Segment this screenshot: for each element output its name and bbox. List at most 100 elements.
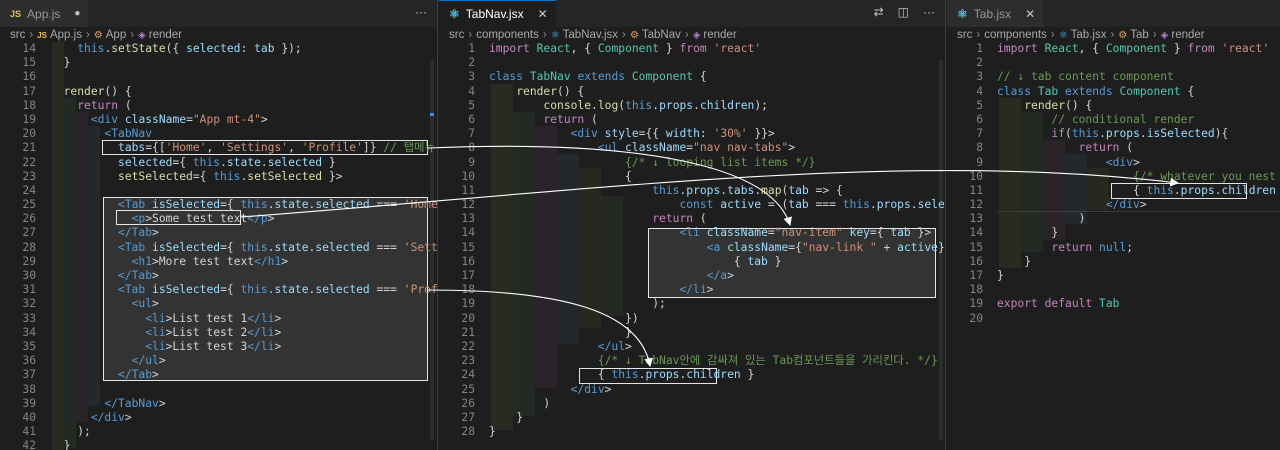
breadcrumb-item[interactable]: render [1171,29,1204,41]
code-line[interactable]: 30 </Tab> [0,269,437,283]
code-line[interactable]: 2 [439,56,945,70]
close-icon[interactable]: ✕ [1025,7,1035,21]
breadcrumb-item[interactable]: render [149,29,182,41]
code-line[interactable]: 38 [0,383,437,397]
code-line[interactable]: 15 } [0,56,437,70]
code-area[interactable]: 1 import React, { Component } from 'react… [947,42,1280,326]
code-line[interactable]: 13 ) [947,212,1280,226]
close-icon[interactable]: ✕ [538,7,548,21]
code-line[interactable]: 4 class Tab extends Component { [947,85,1280,99]
code-line[interactable]: 39 </TabNav> [0,397,437,411]
code-line[interactable]: 21 tabs={['Home', 'Settings', 'Profile']… [0,141,437,155]
breadcrumb-item[interactable]: App.js [50,29,82,41]
code-line[interactable]: 28 <Tab isSelected={ this.state.selected… [0,241,437,255]
code-line[interactable]: 3 // ↓ tab content component [947,70,1280,84]
code-line[interactable]: 41 ); [0,425,437,439]
code-line[interactable]: 4 render() { [439,85,945,99]
code-area[interactable]: 14 this.setState({ selected: tab }); 15 }… [0,42,437,450]
code-line[interactable]: 33 <li>List test 1</li> [0,312,437,326]
code-line[interactable]: 24 { this.props.children } [439,368,945,382]
editor-pane-app-js[interactable]: JS App.js ● ··· src › JS App.js › ⚙ App … [0,0,438,450]
code-line[interactable]: 23 setSelected={ this.setSelected }> [0,170,437,184]
breadcrumb-item[interactable]: components [476,29,539,41]
code-line[interactable]: 27 } [439,411,945,425]
code-line[interactable]: 25 <Tab isSelected={ this.state.selected… [0,198,437,212]
code-line[interactable]: 18 return ( [0,99,437,113]
code-line[interactable]: 17 </a> [439,269,945,283]
code-line[interactable]: 15 return null; [947,241,1280,255]
code-line[interactable]: 1 import React, { Component } from 'react… [439,42,945,56]
code-line[interactable]: 20 [947,312,1280,326]
code-line[interactable]: 18 </li> [439,283,945,297]
code-line[interactable]: 15 <a className={"nav-link " + active} o… [439,241,945,255]
tab-tabnav-jsx[interactable]: ⚛ TabNav.jsx ✕ [439,0,557,27]
code-line[interactable]: 37 </Tab> [0,368,437,382]
code-line[interactable]: 12 const active = (tab === this.props.se… [439,198,945,212]
code-line[interactable]: 32 <ul> [0,297,437,311]
code-line[interactable]: 20 <TabNav [0,127,437,141]
code-line[interactable]: 12 </div> [947,198,1280,212]
code-line[interactable]: 6 return ( [439,113,945,127]
code-line[interactable]: 19 ); [439,297,945,311]
breadcrumb-item[interactable]: TabNav [642,29,681,41]
code-line[interactable]: 6 // conditional render [947,113,1280,127]
code-line[interactable]: 13 return ( [439,212,945,226]
code-line[interactable]: 27 </Tab> [0,226,437,240]
code-line[interactable]: 22 selected={ this.state.selected } [0,156,437,170]
code-line[interactable]: 31 <Tab isSelected={ this.state.selected… [0,283,437,297]
code-line[interactable]: 14 <li className="nav-item" key={ tab }> [439,226,945,240]
editor-pane-tab-jsx[interactable]: ⚛ Tab.jsx ✕ src › components › ⚛ Tab.jsx… [947,0,1280,450]
code-line[interactable]: 34 <li>List test 2</li> [0,326,437,340]
editor-pane-tabnav-jsx[interactable]: ⚛ TabNav.jsx ✕ ⇄ ◫ ··· src › components … [439,0,946,450]
code-area[interactable]: 1 import React, { Component } from 'react… [439,42,945,439]
code-line[interactable]: 7 <div style={{ width: '30%' }}> [439,127,945,141]
code-line[interactable]: 19 export default Tab [947,297,1280,311]
code-line[interactable]: 8 return ( [947,141,1280,155]
code-line[interactable]: 36 </ul> [0,354,437,368]
code-line[interactable]: 26 ) [439,397,945,411]
code-line[interactable]: 22 </ul> [439,340,945,354]
compare-changes-icon[interactable]: ⇄ [874,5,884,19]
breadcrumb-item[interactable]: render [703,29,736,41]
breadcrumb-item[interactable]: src [10,29,25,41]
code-line[interactable]: 10 {/* whatever you nest inside o [947,170,1280,184]
code-line[interactable]: 42 } [0,439,437,450]
breadcrumb-item[interactable]: App [106,29,126,41]
code-line[interactable]: 25 </div> [439,383,945,397]
split-editor-icon[interactable]: ◫ [898,5,909,19]
code-line[interactable]: 10 { [439,170,945,184]
more-actions-icon[interactable]: ··· [923,5,935,19]
code-line[interactable]: 35 <li>List test 3</li> [0,340,437,354]
code-line[interactable]: 1 import React, { Component } from 'react… [947,42,1280,56]
unsaved-dot-icon[interactable]: ● [74,8,80,19]
code-line[interactable]: 3 class TabNav extends Component { [439,70,945,84]
breadcrumb-item[interactable]: components [984,29,1047,41]
code-line[interactable]: 9 {/* ↓ looping list items */} [439,156,945,170]
code-line[interactable]: 7 if(this.props.isSelected){ [947,127,1280,141]
code-line[interactable]: 14 this.setState({ selected: tab }); [0,42,437,56]
code-line[interactable]: 16 [0,70,437,84]
breadcrumb-item[interactable]: Tab [1130,29,1149,41]
code-line[interactable]: 23 {/* ↓ TabNav안에 감싸져 있는 Tab컴포넌트들을 가리킨다.… [439,354,945,368]
code-line[interactable]: 14 } [947,226,1280,240]
code-line[interactable]: 5 console.log(this.props.children); [439,99,945,113]
code-line[interactable]: 40 </div> [0,411,437,425]
code-line[interactable]: 2 [947,56,1280,70]
code-line[interactable]: 28} [439,425,945,439]
code-line[interactable]: 26 <p>Some test text</p> [0,212,437,226]
tab-tab-jsx[interactable]: ⚛ Tab.jsx ✕ [947,0,1045,27]
code-line[interactable]: 17} [947,269,1280,283]
breadcrumb-item[interactable]: src [957,29,972,41]
code-line[interactable]: 11 { this.props.children } [947,184,1280,198]
code-line[interactable]: 18 [947,283,1280,297]
code-line[interactable]: 16 } [947,255,1280,269]
code-line[interactable]: 24 [0,184,437,198]
code-line[interactable]: 11 this.props.tabs.map(tab => { [439,184,945,198]
code-line[interactable]: 5 render() { [947,99,1280,113]
more-actions-icon[interactable]: ··· [415,5,427,19]
breadcrumb-item[interactable]: Tab.jsx [1071,29,1107,41]
code-line[interactable]: 21 } [439,326,945,340]
code-line[interactable]: 8 <ul className="nav nav-tabs"> [439,141,945,155]
code-line[interactable]: 19 <div className="App mt-4"> [0,113,437,127]
code-line[interactable]: 20 }) [439,312,945,326]
